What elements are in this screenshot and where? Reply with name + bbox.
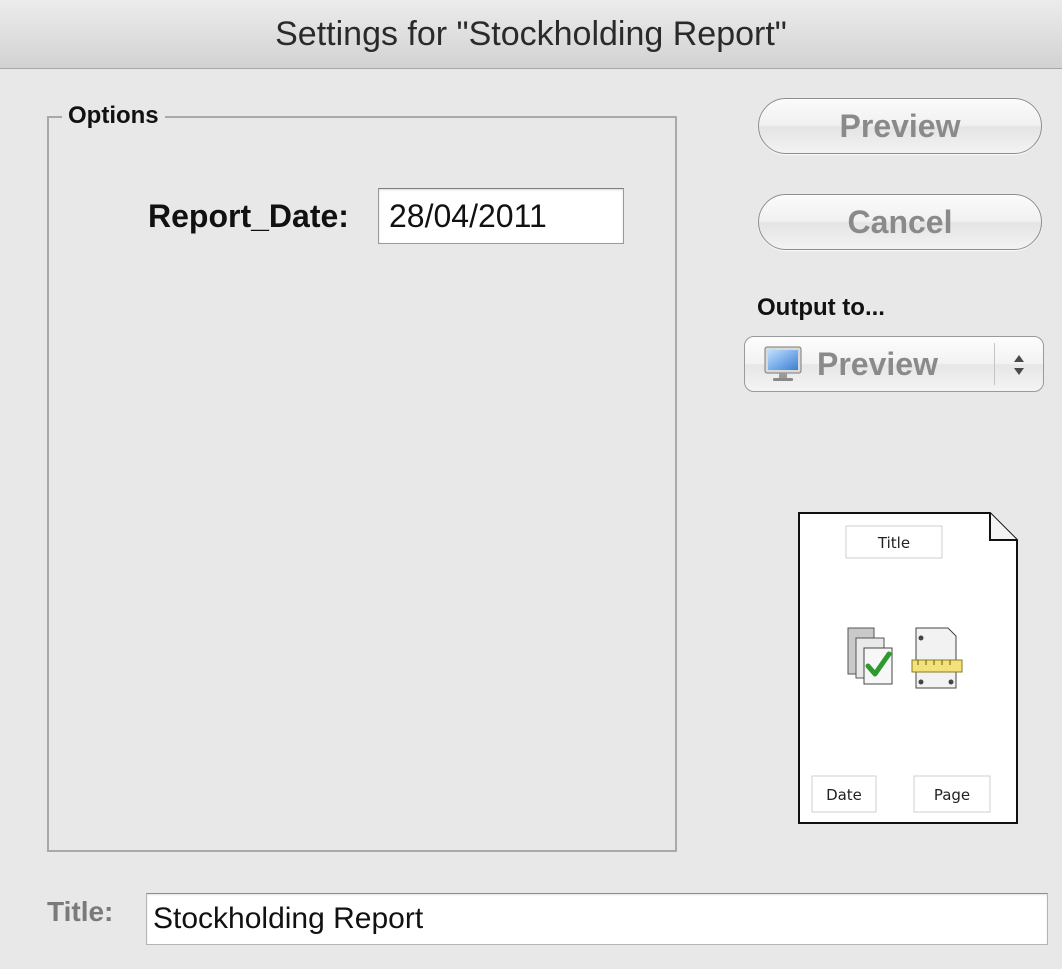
window-title: Settings for "Stockholding Report" <box>0 0 1062 69</box>
select-divider <box>994 343 995 385</box>
page-date-text: Date <box>826 786 862 804</box>
preview-button[interactable]: Preview <box>758 98 1042 154</box>
title-label: Title: <box>47 896 114 927</box>
monitor-icon <box>764 346 802 381</box>
output-selected-value: Preview <box>817 345 938 382</box>
footer-page-placeholder: Page <box>913 775 991 813</box>
page-title-text: Title <box>877 534 910 552</box>
footer-date-placeholder: Date <box>811 775 877 813</box>
title-input[interactable] <box>146 893 1048 945</box>
page-layout-preview: Title Date Page <box>798 512 1018 824</box>
report-date-input[interactable] <box>378 188 624 244</box>
output-to-label: Output to... <box>757 294 885 321</box>
page-setup-ruler-icon <box>911 627 963 689</box>
cancel-button[interactable]: Cancel <box>758 194 1042 250</box>
up-down-arrows-icon <box>1014 355 1024 375</box>
page-number-text: Page <box>934 786 970 804</box>
header-title-placeholder: Title <box>845 525 943 559</box>
report-date-label: Report_Date: <box>148 198 349 234</box>
output-to-select[interactable]: Preview <box>744 336 1044 392</box>
options-legend: Options <box>62 102 165 130</box>
